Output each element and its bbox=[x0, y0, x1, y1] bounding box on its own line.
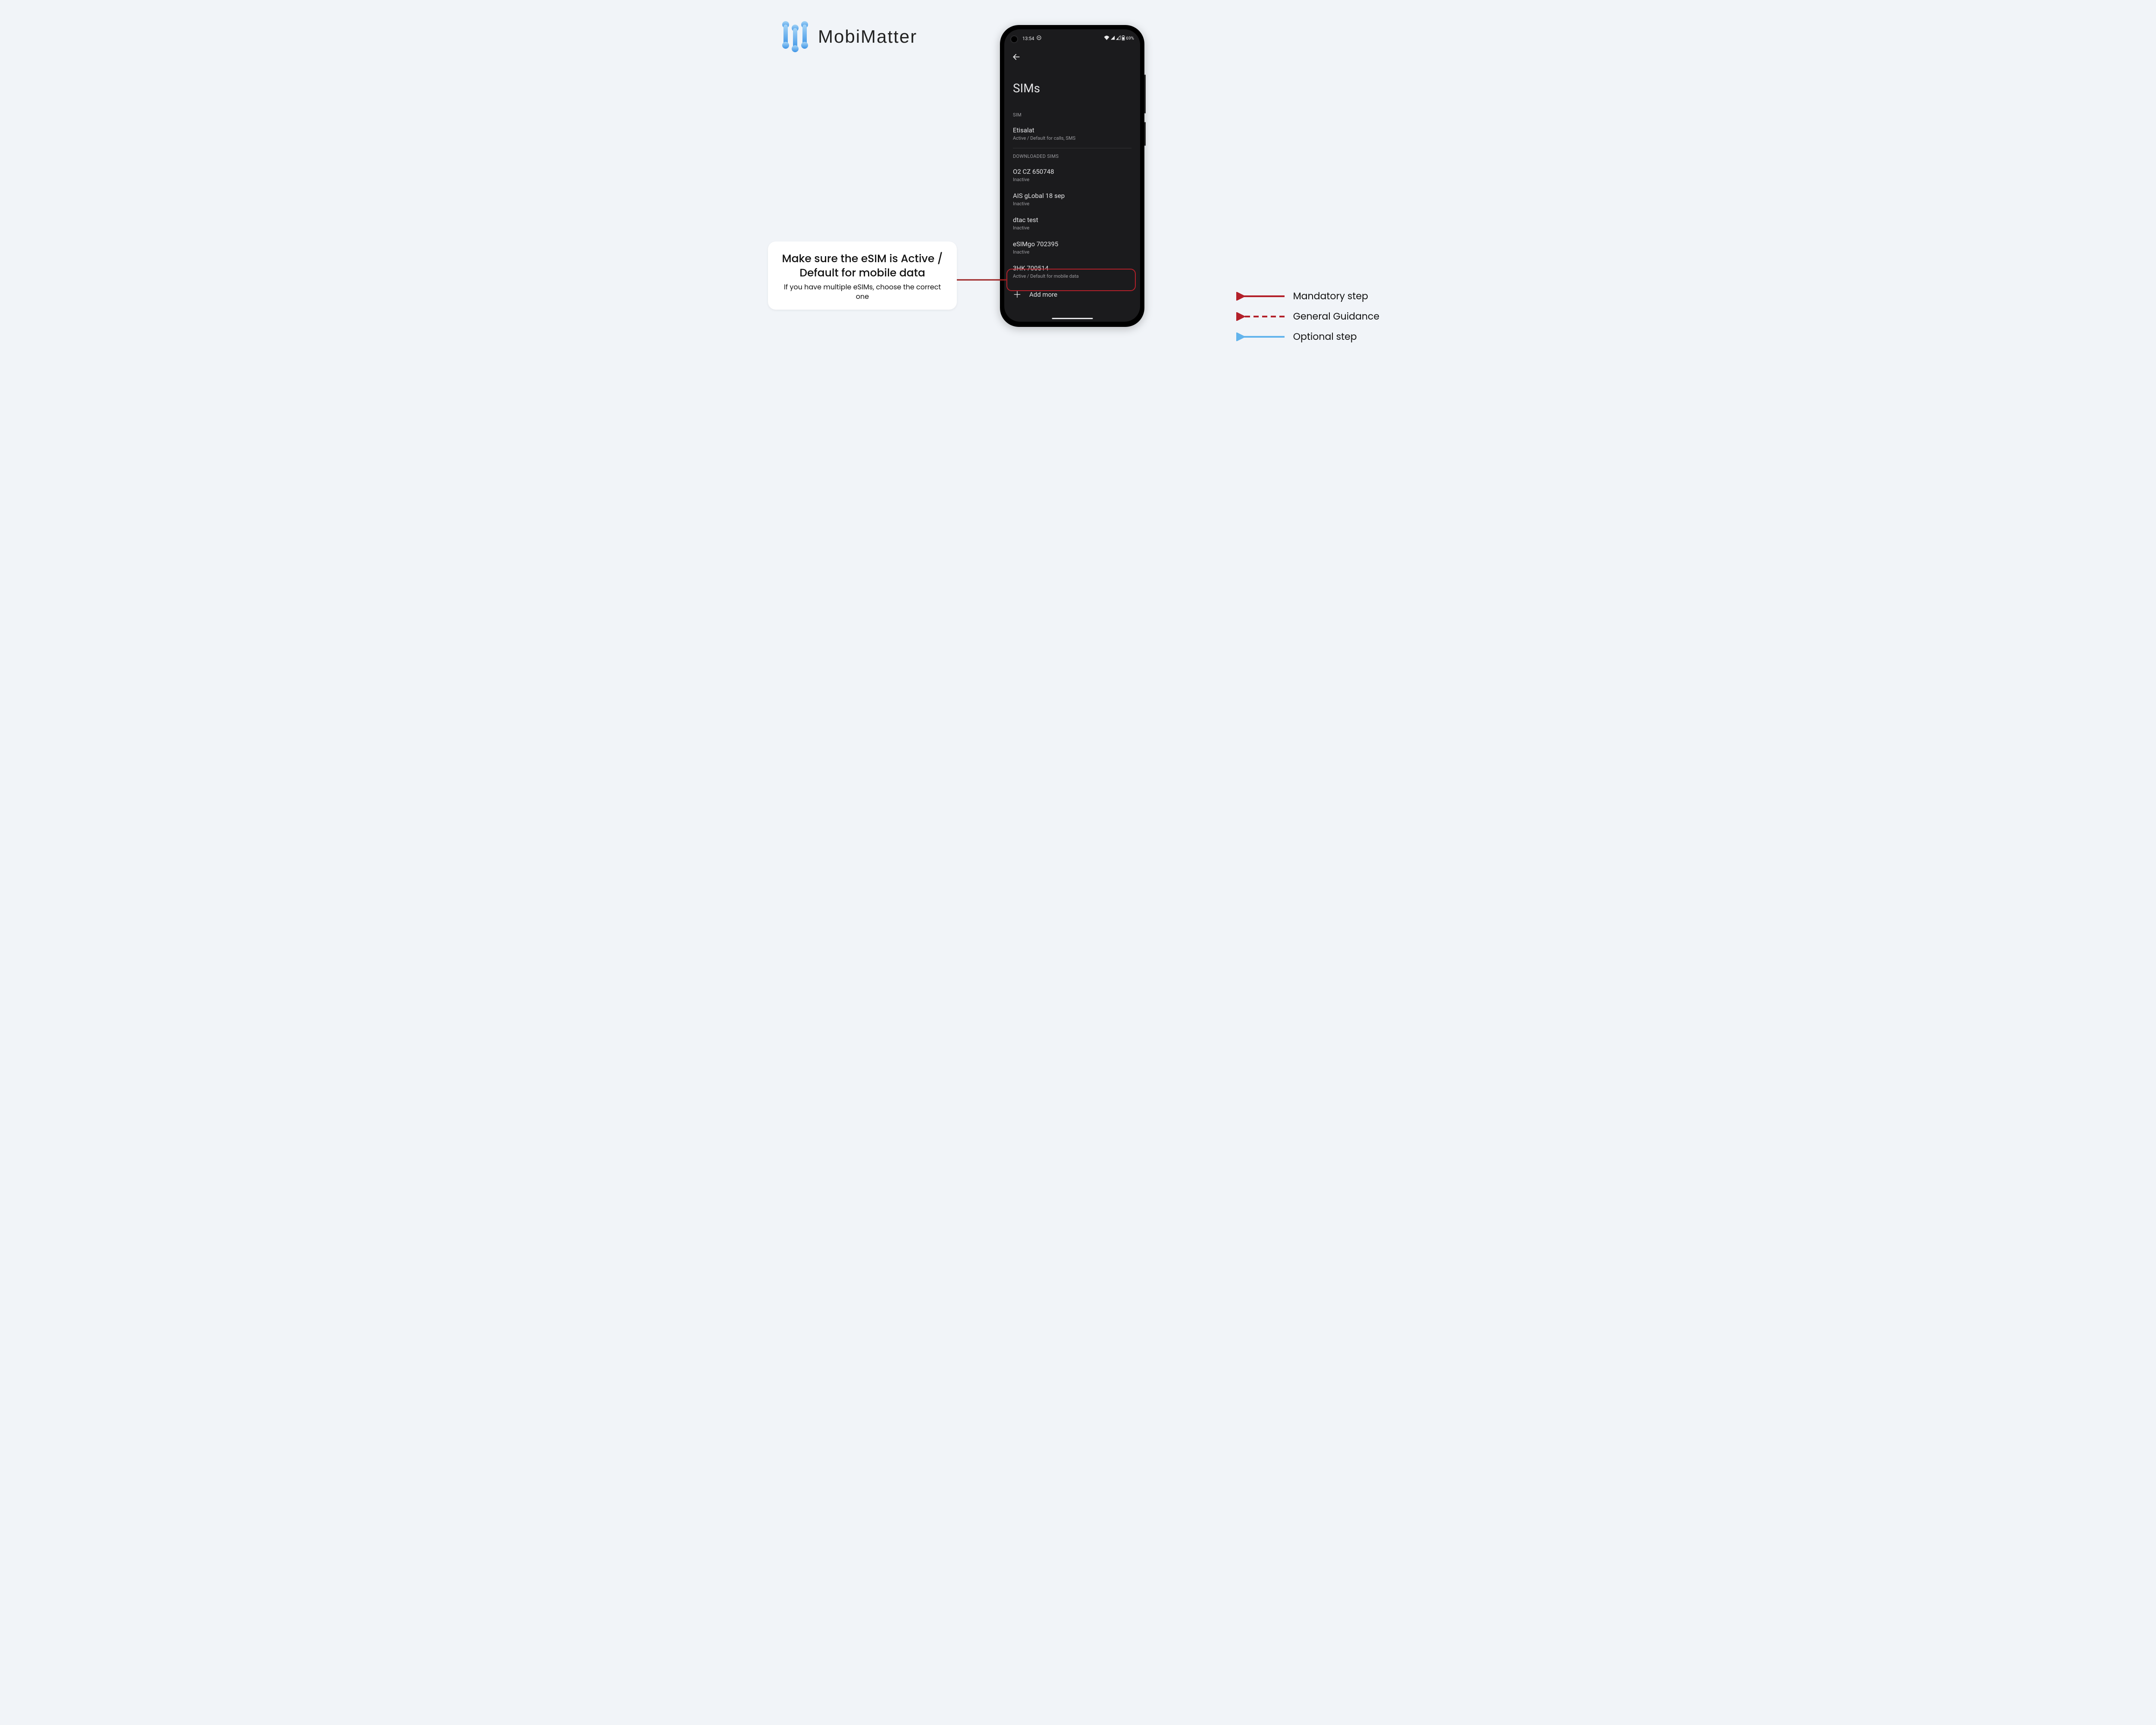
battery-percent: 69% bbox=[1126, 36, 1134, 41]
legend-label: General Guidance bbox=[1293, 309, 1379, 323]
legend-optional: Optional step bbox=[1236, 329, 1379, 344]
legend-guidance: General Guidance bbox=[1236, 309, 1379, 323]
sim-sub: Inactive bbox=[1013, 201, 1131, 207]
legend: Mandatory step General Guidance bbox=[1236, 289, 1379, 344]
arrow-dashed-red-icon bbox=[1236, 312, 1286, 321]
page-title: SIMs bbox=[1013, 81, 1131, 95]
sim-sub: Inactive bbox=[1013, 225, 1131, 231]
section-sim-label: SIM bbox=[1013, 112, 1131, 118]
sim-row-o2[interactable]: O2 CZ 650748 Inactive bbox=[1013, 163, 1131, 188]
arrow-solid-blue-icon bbox=[1236, 332, 1286, 341]
sim-row-dtac[interactable]: dtac test Inactive bbox=[1013, 212, 1131, 236]
home-indicator bbox=[1052, 318, 1093, 319]
add-more-label: Add more bbox=[1029, 291, 1057, 298]
back-icon[interactable] bbox=[1012, 53, 1021, 63]
sim-name: O2 CZ 650748 bbox=[1013, 168, 1131, 176]
callout-sub: If you have multiple eSIMs, choose the c… bbox=[777, 282, 948, 301]
signal-icon-2 bbox=[1116, 35, 1121, 41]
sim-sub: Active / Default for calls, SMS bbox=[1013, 135, 1131, 141]
sim-name: eSIMgo 702395 bbox=[1013, 240, 1131, 248]
sim-sub: Inactive bbox=[1013, 177, 1131, 182]
sim-name: Etisalat bbox=[1013, 126, 1131, 134]
callout-box: Make sure the eSIM is Active / Default f… bbox=[768, 242, 957, 310]
status-time: 13:54 bbox=[1022, 36, 1034, 41]
callout-title: Make sure the eSIM is Active / Default f… bbox=[777, 252, 948, 280]
arrow-solid-red-icon bbox=[1236, 292, 1286, 301]
section-downloaded-label: DOWNLOADED SIMS bbox=[1013, 154, 1131, 159]
sim-name: AIS gLobal 18 sep bbox=[1013, 192, 1131, 200]
sim-name: dtac test bbox=[1013, 216, 1131, 224]
sim-row-ais[interactable]: AIS gLobal 18 sep Inactive bbox=[1013, 188, 1131, 212]
volume-rocker bbox=[1144, 75, 1146, 113]
legend-label: Optional step bbox=[1293, 329, 1357, 344]
legend-label: Mandatory step bbox=[1293, 289, 1368, 303]
power-button bbox=[1144, 122, 1146, 146]
logo-mark bbox=[780, 19, 810, 54]
logo-text: MobiMatter bbox=[818, 26, 917, 47]
app-topbar bbox=[1004, 50, 1140, 66]
dnd-icon bbox=[1037, 35, 1041, 41]
battery-icon bbox=[1122, 35, 1125, 42]
highlight-3hk bbox=[1006, 269, 1136, 291]
legend-mandatory: Mandatory step bbox=[1236, 289, 1379, 303]
brand-logo: MobiMatter bbox=[780, 19, 917, 54]
signal-icon bbox=[1110, 35, 1115, 41]
wifi-icon bbox=[1104, 35, 1109, 41]
sim-sub: Inactive bbox=[1013, 249, 1131, 255]
sim-row-etisalat[interactable]: Etisalat Active / Default for calls, SMS bbox=[1013, 122, 1131, 146]
status-bar: 13:54 bbox=[1004, 34, 1140, 43]
plus-icon: ＋ bbox=[1013, 290, 1022, 299]
sim-row-esimgo[interactable]: eSIMgo 702395 Inactive bbox=[1013, 236, 1131, 260]
